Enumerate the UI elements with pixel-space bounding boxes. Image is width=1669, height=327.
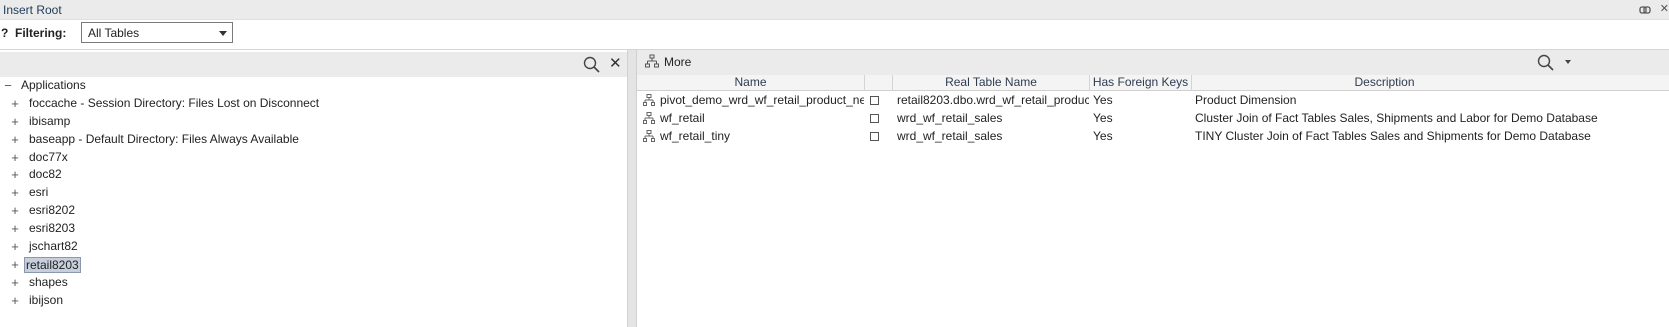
tree-item[interactable]: + doc77x <box>0 149 627 167</box>
plus-icon[interactable]: + <box>10 113 20 131</box>
table-row[interactable]: wf_retail_tiny wrd_wf_retail_sales Yes TINY… <box>637 127 1669 145</box>
cell-name: wf_retail_tiny <box>660 129 731 143</box>
tree-item[interactable]: + foccache - Session Directory: Files Los… <box>0 95 627 113</box>
link-icon[interactable] <box>1639 4 1651 16</box>
help-icon[interactable]: ? <box>1 26 8 40</box>
table-row[interactable]: wf_retail wrd_wf_retail_sales Yes Cluster J… <box>637 109 1669 127</box>
cell-foreign-keys: Yes <box>1093 111 1113 125</box>
tree-root-applications[interactable]: − Applications <box>0 77 627 95</box>
cell-description: Cluster Join of Fact Tables Sales, Shipm… <box>1195 111 1598 125</box>
hierarchy-icon[interactable] <box>645 54 659 69</box>
pane-splitter[interactable] <box>627 50 637 327</box>
filter-bar: ? Filtering: All Tables <box>0 20 1669 50</box>
application-tree-pane: ✕ − Applications + foccache - Session Dir… <box>0 52 627 327</box>
close-icon[interactable]: ✕ <box>609 55 622 72</box>
column-header-description[interactable]: Description <box>1192 75 1577 91</box>
tree-item[interactable]: + esri <box>0 184 627 202</box>
plus-icon[interactable]: + <box>10 184 20 202</box>
plus-icon[interactable]: + <box>10 238 20 256</box>
cell-real-table: retail8203.dbo.wrd_wf_retail_product <box>897 93 1089 107</box>
cell-real-table: wrd_wf_retail_sales <box>897 129 1003 143</box>
row-checkbox[interactable] <box>870 96 879 105</box>
tree-item[interactable]: + jschart82 <box>0 238 627 256</box>
cell-real-table: wrd_wf_retail_sales <box>897 111 1003 125</box>
plus-icon[interactable]: + <box>10 202 20 220</box>
plus-icon[interactable]: + <box>10 131 20 149</box>
tree-item[interactable]: + ibisamp <box>0 113 627 131</box>
table-header: Name Real Table Name Has Foreign Keys De… <box>637 75 1669 91</box>
column-header-select[interactable] <box>865 75 893 91</box>
tree-item[interactable]: + esri8202 <box>0 202 627 220</box>
column-header-real-table[interactable]: Real Table Name <box>893 75 1090 91</box>
tree-item[interactable]: + doc82 <box>0 166 627 184</box>
tree-item[interactable]: + baseapp - Default Directory: Files Alwa… <box>0 131 627 149</box>
tree-item-label: esri <box>29 185 49 200</box>
plus-icon[interactable]: + <box>10 292 20 310</box>
tree-item-label: shapes <box>29 274 68 289</box>
tree-item-label: ibisamp <box>29 113 71 128</box>
plus-icon[interactable]: + <box>10 149 20 167</box>
tree-item-label: doc77x <box>29 149 68 164</box>
tree-item[interactable]: + retail8203 <box>0 256 627 274</box>
hierarchy-icon <box>643 112 655 124</box>
plus-icon[interactable]: + <box>10 166 20 184</box>
cell-foreign-keys: Yes <box>1093 93 1113 107</box>
cell-description: Product Dimension <box>1195 93 1297 107</box>
tree-item-label: ibijson <box>29 292 64 307</box>
tree-item-label: jschart82 <box>29 239 78 254</box>
tree-item-label: retail8203 <box>24 256 81 273</box>
row-checkbox[interactable] <box>870 114 879 123</box>
hierarchy-icon <box>643 130 655 142</box>
plus-icon[interactable]: + <box>10 256 20 274</box>
title-bar: Insert Root ✕ <box>0 0 1669 20</box>
chevron-down-icon[interactable] <box>1565 60 1571 64</box>
cell-name: pivot_demo_wrd_wf_retail_product_new <box>660 93 864 107</box>
tree-item[interactable]: + shapes <box>0 274 627 292</box>
table-list-pane: More Name Real Table Name Has Foreign Ke… <box>637 50 1669 327</box>
tree-root-label: Applications <box>21 78 86 92</box>
search-icon[interactable] <box>1537 54 1554 71</box>
tree-item-label: esri8202 <box>29 203 76 218</box>
tree: − Applications + foccache - Session Direc… <box>0 77 627 310</box>
tree-item-label: doc82 <box>29 167 62 182</box>
tree-item-label: foccache - Session Directory: Files Lost… <box>29 95 320 110</box>
filter-dropdown-value: All Tables <box>88 26 140 40</box>
filter-label: Filtering: <box>15 26 67 40</box>
hierarchy-icon <box>643 94 655 106</box>
tree-item[interactable]: + esri8203 <box>0 220 627 238</box>
plus-icon[interactable]: + <box>10 220 20 238</box>
table-row[interactable]: pivot_demo_wrd_wf_retail_product_new reta… <box>637 91 1669 109</box>
plus-icon[interactable]: + <box>10 95 20 113</box>
search-icon[interactable] <box>583 56 600 73</box>
more-button[interactable]: More <box>664 55 691 69</box>
table-toolbar: More <box>637 50 1669 75</box>
tree-item[interactable]: + ibijson <box>0 292 627 310</box>
tree-toolbar: ✕ <box>0 52 627 77</box>
minus-icon[interactable]: − <box>3 77 13 95</box>
tree-item-label: baseapp - Default Directory: Files Alway… <box>29 131 299 146</box>
close-icon[interactable]: ✕ <box>1660 2 1669 15</box>
plus-icon[interactable]: + <box>10 274 20 292</box>
cell-name: wf_retail <box>660 111 705 125</box>
column-header-name[interactable]: Name <box>637 75 865 91</box>
window-title: Insert Root <box>3 3 62 17</box>
tree-item-label: esri8203 <box>29 221 76 236</box>
chevron-down-icon <box>219 31 227 36</box>
cell-description: TINY Cluster Join of Fact Tables Sales a… <box>1195 129 1591 143</box>
row-checkbox[interactable] <box>870 132 879 141</box>
filter-dropdown[interactable]: All Tables <box>81 22 233 43</box>
cell-foreign-keys: Yes <box>1093 129 1113 143</box>
column-header-foreign-keys[interactable]: Has Foreign Keys <box>1090 75 1192 91</box>
